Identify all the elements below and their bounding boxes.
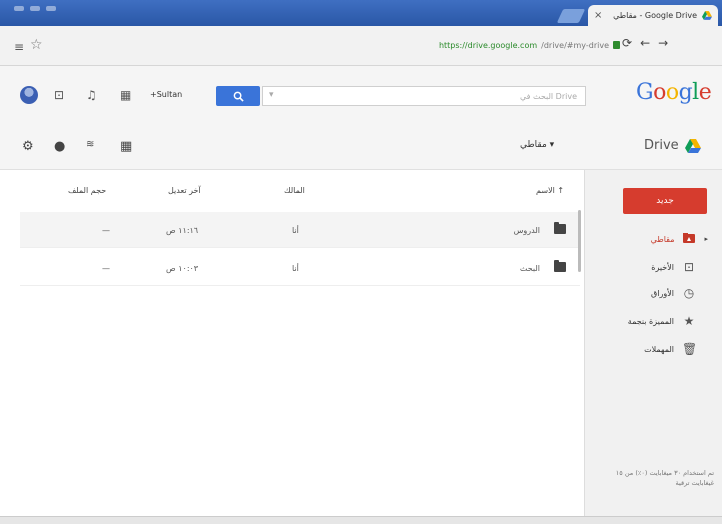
url-host: https://drive.google.com (438, 40, 538, 50)
sidebar-item-label: الأخيرة (651, 262, 674, 272)
bookmark-star-icon[interactable]: ☆ (30, 37, 43, 53)
user-name-link[interactable]: +Sultan (150, 90, 182, 99)
storage-text: تم استخدام ٣٠ ميغابايت (٠٪) من ١٥ (615, 469, 714, 477)
share-icon[interactable]: ⊡ (54, 88, 64, 102)
sidebar-item-photos[interactable]: الأوراق ◷ (651, 286, 696, 300)
account-avatar[interactable] (20, 86, 38, 104)
browser-menu-icon[interactable]: ≡ (14, 40, 24, 54)
sidebar-item-label: الأوراق (651, 288, 674, 298)
back-icon[interactable]: ← (640, 36, 650, 50)
apps-grid-icon[interactable]: ▦ (120, 88, 131, 102)
window-bottom-edge (0, 516, 722, 524)
sidebar-item-starred[interactable]: المميزة بنجمة ★ (628, 314, 696, 328)
file-owner: أنا (292, 264, 299, 273)
sidebar-item-label: مقاطي (650, 234, 675, 244)
tab-close-icon[interactable]: × (594, 10, 602, 21)
browser-address-row: ≡ ☆ https://drive.google.com/drive/#my-d… (0, 26, 722, 66)
secure-lock-icon (613, 41, 620, 49)
search-options-caret-icon[interactable]: ▾ (269, 90, 274, 100)
photos-icon: ⊡ (683, 260, 695, 274)
table-row[interactable]: — ١١:١٦ ص أنا الدروس (20, 212, 580, 248)
drive-folder-icon (682, 232, 696, 246)
window-controls[interactable] (14, 6, 56, 11)
search-input[interactable]: ▾ البحث في Drive (262, 86, 586, 106)
expand-arrow-icon[interactable]: ▸ (704, 235, 708, 243)
column-header-modified[interactable]: آخر تعديل (168, 186, 201, 195)
sort-options-icon[interactable]: ≋ (86, 139, 94, 150)
settings-gear-icon[interactable]: ⚙ (22, 139, 34, 154)
reload-icon[interactable]: ⟳ (622, 36, 632, 50)
address-bar[interactable]: https://drive.google.com/drive/#my-drive (420, 36, 620, 54)
new-tab-button[interactable] (556, 9, 586, 23)
search-button[interactable] (216, 86, 260, 106)
google-logo[interactable]: Google (636, 80, 712, 105)
trash-icon: 🗑 (682, 342, 698, 356)
storage-usage: تم استخدام ٣٠ ميغابايت (٠٪) من ١٥ غيغابا… (594, 468, 714, 488)
file-name: الدروس (513, 226, 540, 235)
sidebar-item-trash[interactable]: المهملات 🗑 (644, 342, 698, 356)
star-icon: ★ (683, 314, 695, 328)
window-titlebar: × مقاطي - Google Drive (0, 0, 722, 26)
drive-label: Drive (644, 138, 679, 153)
file-size: — (102, 226, 110, 235)
details-info-icon[interactable]: ● (54, 139, 65, 154)
drive-favicon-icon (702, 11, 712, 20)
drive-toolbar: ⚙ ● ≋ ▦ مقاطي ▾ Drive (0, 126, 722, 170)
column-header-name[interactable]: الاسم ↑ (536, 186, 564, 195)
table-row[interactable]: — ١٠:٠٣ ص أنا البحث (20, 250, 580, 286)
tab-title: مقاطي - Google Drive (613, 11, 697, 20)
browser-tab[interactable]: × مقاطي - Google Drive (588, 5, 718, 26)
folder-icon (554, 222, 566, 234)
upgrade-storage-link[interactable]: غيغابايت ترقية (594, 478, 714, 488)
sidebar-item-my-drive[interactable]: مقاطي ▸ (651, 232, 708, 246)
folder-icon (554, 260, 566, 272)
search-icon (233, 91, 244, 102)
file-owner: أنا (292, 226, 299, 235)
drive-brand[interactable]: Drive (644, 138, 701, 153)
file-modified: ١١:١٦ ص (166, 226, 199, 235)
list-scrollbar[interactable] (578, 210, 581, 272)
column-header-owner[interactable]: المالك (284, 186, 305, 195)
new-button[interactable]: جديد (623, 188, 707, 214)
recent-clock-icon: ◷ (683, 286, 695, 300)
forward-icon[interactable]: → (658, 36, 668, 50)
sidebar-item-label: المهملات (644, 344, 674, 354)
url-path: /drive/#my-drive (541, 40, 609, 50)
column-header-size[interactable]: حجم الملف (68, 186, 106, 195)
file-name: البحث (519, 264, 540, 273)
sidebar-item-recent[interactable]: الأخيرة ⊡ (651, 260, 696, 274)
search-placeholder: البحث في Drive (519, 91, 577, 101)
google-header: ⊡ ♫ ▦ +Sultan ▾ البحث في Drive Google (0, 66, 722, 126)
sidebar-item-label: المميزة بنجمة (627, 316, 674, 326)
drive-sidebar: جديد مقاطي ▸ الأخيرة ⊡ الأوراق ◷ المميزة… (584, 170, 722, 518)
grid-view-icon[interactable]: ▦ (120, 139, 132, 154)
drive-logo-icon (684, 138, 701, 153)
file-modified: ١٠:٠٣ ص (166, 264, 199, 273)
my-drive-dropdown[interactable]: مقاطي ▾ (520, 140, 554, 150)
browser-nav-icons: ⟳ ← → (622, 36, 668, 50)
file-size: — (102, 264, 110, 273)
notifications-bell-icon[interactable]: ♫ (86, 88, 97, 102)
